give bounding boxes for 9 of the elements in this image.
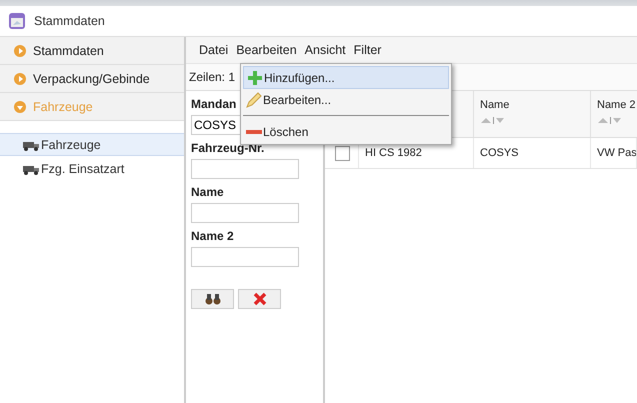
table-cell: COSYS [480, 147, 519, 159]
window-title: Stammdaten [34, 14, 105, 28]
table-cell: VW Pas [597, 147, 636, 159]
table-cell: HI CS 1982 [365, 147, 422, 159]
field-label: Name 2 [191, 229, 234, 243]
field-label: Mandan [191, 97, 236, 111]
row-count: Zeilen: 1 [189, 70, 236, 84]
field-label: Fahrzeug-Nr. [191, 141, 264, 155]
field-label: Name [191, 185, 224, 199]
